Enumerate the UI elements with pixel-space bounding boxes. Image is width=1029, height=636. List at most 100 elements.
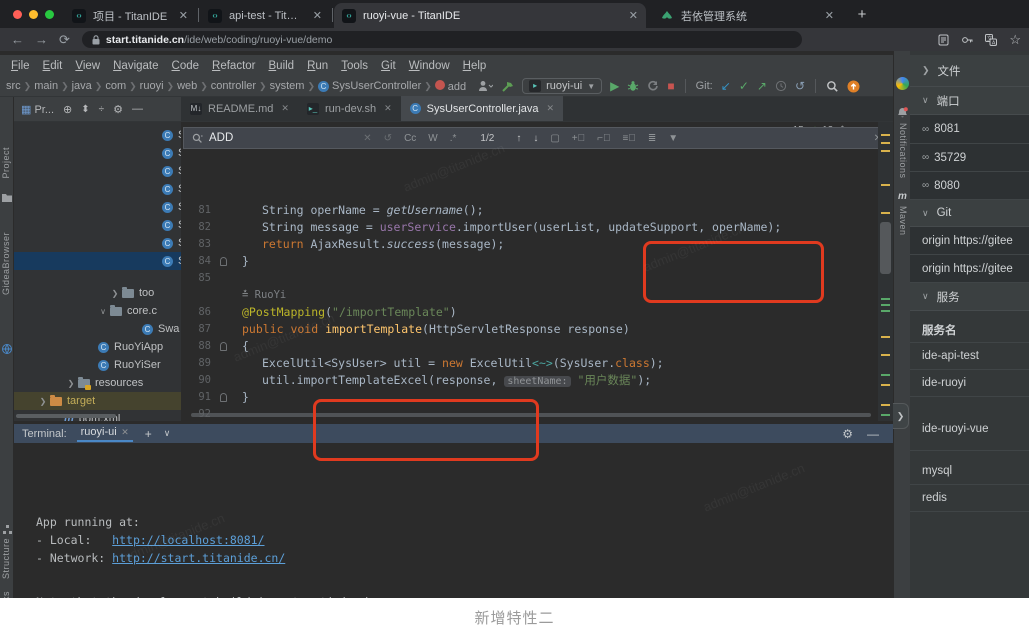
search-history-icon[interactable]: ↺ bbox=[384, 133, 392, 144]
breadcrumb-item[interactable]: java bbox=[72, 80, 92, 92]
hide-terminal-icon[interactable]: — bbox=[867, 427, 879, 441]
window-zoom-button[interactable] bbox=[45, 10, 54, 19]
breadcrumb-item[interactable]: src bbox=[6, 80, 21, 92]
breadcrumb-item[interactable]: web bbox=[177, 80, 197, 92]
tool-stripe-project[interactable]: Project bbox=[1, 147, 11, 179]
url-bar[interactable]: start.titanide.cn/ide/web/coding/ruoyi-v… bbox=[82, 31, 802, 48]
port-row[interactable]: ∞35729 bbox=[910, 144, 1029, 172]
search-icon[interactable] bbox=[192, 133, 203, 144]
git-update-icon[interactable]: ↙ bbox=[721, 80, 731, 92]
search-everywhere-icon[interactable] bbox=[826, 80, 839, 93]
new-tab-button[interactable]: + bbox=[852, 5, 872, 25]
user-profile-icon[interactable] bbox=[478, 80, 493, 92]
git-push-icon[interactable]: ↗ bbox=[757, 80, 767, 92]
filter-exclude-icon[interactable]: ⌐⃦ bbox=[597, 133, 610, 144]
section-git[interactable]: ∨Git bbox=[910, 200, 1029, 227]
reading-mode-icon[interactable] bbox=[938, 34, 949, 46]
bookmark-star-icon[interactable]: ☆ bbox=[1009, 32, 1021, 48]
breadcrumb-item[interactable]: system bbox=[270, 80, 305, 92]
back-icon[interactable]: ← bbox=[11, 32, 24, 47]
section-services[interactable]: ∨服务 bbox=[910, 283, 1029, 311]
update-available-icon[interactable] bbox=[847, 80, 860, 93]
tree-row-class-stub[interactable]: CS bbox=[14, 126, 181, 144]
close-tab-icon[interactable]: ✕ bbox=[825, 9, 834, 22]
regex-toggle[interactable]: .* bbox=[450, 133, 457, 144]
menu-window[interactable]: Window bbox=[403, 58, 456, 74]
service-row[interactable]: redis bbox=[910, 485, 1029, 512]
browser-tab-1[interactable]: ‹›项目 - TitanIDE✕ bbox=[64, 3, 196, 28]
service-row[interactable]: ide-ruoyi-vue bbox=[910, 407, 1029, 451]
search-input[interactable]: ADD bbox=[209, 132, 233, 144]
prev-match-icon[interactable]: ↑ bbox=[516, 133, 521, 144]
project-panel-title[interactable]: ▦ Pr... bbox=[21, 103, 54, 116]
tree-item-core.c[interactable]: ∨core.c bbox=[14, 302, 181, 320]
forward-icon[interactable]: → bbox=[35, 32, 48, 47]
new-terminal-icon[interactable]: + bbox=[145, 427, 152, 441]
service-row[interactable]: ide-ruoyi bbox=[910, 370, 1029, 397]
browser-tab-2[interactable]: ‹›api-test - TitanIDE✕ bbox=[200, 3, 330, 28]
select-all-matches-icon[interactable]: ▢ bbox=[550, 133, 559, 144]
git-remote-row[interactable]: origin https://gitee bbox=[910, 227, 1029, 255]
breadcrumb-item[interactable]: main bbox=[34, 80, 58, 92]
menu-edit[interactable]: Edit bbox=[37, 58, 69, 74]
rollback-icon[interactable]: ↺ bbox=[795, 80, 805, 92]
tree-row-class-stub[interactable]: CS bbox=[14, 180, 181, 198]
panel-settings-icon[interactable]: ⚙ bbox=[113, 103, 123, 116]
port-row[interactable]: ∞8081 bbox=[910, 115, 1029, 144]
tree-row-class-stub[interactable]: CS bbox=[14, 234, 181, 252]
panel-expander-button[interactable]: ❯ bbox=[893, 403, 909, 429]
tree-hscrollbar[interactable] bbox=[16, 414, 116, 418]
tool-stripe-notifications[interactable]: Notifications bbox=[898, 123, 908, 179]
tree-row-selected[interactable]: CS bbox=[14, 252, 181, 270]
breadcrumb-class[interactable]: CSysUserController bbox=[318, 80, 421, 92]
menu-help[interactable]: Help bbox=[457, 58, 493, 74]
fold-pin-icon[interactable] bbox=[220, 342, 227, 351]
breadcrumb-item[interactable]: controller bbox=[211, 80, 256, 92]
fold-pin-icon[interactable] bbox=[220, 393, 227, 402]
menu-git[interactable]: Git bbox=[375, 58, 402, 74]
menu-build[interactable]: Build bbox=[263, 58, 301, 74]
section-files[interactable]: ❯文件 bbox=[910, 55, 1029, 87]
browser-tab-3[interactable]: ‹›ruoyi-vue - TitanIDE✕ bbox=[334, 3, 646, 28]
breadcrumb-method[interactable]: add bbox=[435, 80, 466, 93]
menu-file[interactable]: File bbox=[5, 58, 36, 74]
tool-stripe-structure[interactable]: Structure bbox=[1, 538, 11, 579]
tool-stripe-gideabrowser[interactable]: GideaBrowser bbox=[1, 232, 11, 295]
menu-tools[interactable]: Tools bbox=[335, 58, 374, 74]
menu-run[interactable]: Run bbox=[301, 58, 334, 74]
filter-funnel-icon[interactable]: ▼ bbox=[668, 133, 678, 144]
close-editor-tab-icon[interactable]: ✕ bbox=[384, 103, 392, 114]
tree-item-too[interactable]: ❯too bbox=[14, 284, 181, 302]
tree-item-target[interactable]: ❯target bbox=[14, 392, 181, 410]
terminal-tab-ruoyi-ui[interactable]: ruoyi-ui ✕ bbox=[77, 425, 133, 442]
tree-row-class-stub[interactable]: CS bbox=[14, 198, 181, 216]
window-close-button[interactable] bbox=[13, 10, 22, 19]
editor-tab-run-dev.sh[interactable]: ▸_run-dev.sh✕ bbox=[298, 96, 401, 121]
reload-icon[interactable]: ⟳ bbox=[59, 32, 70, 48]
breadcrumb-item[interactable]: com bbox=[105, 80, 126, 92]
next-match-icon[interactable]: ↓ bbox=[533, 133, 538, 144]
run-button[interactable]: ▶ bbox=[610, 80, 619, 92]
clear-search-icon[interactable]: ✕ bbox=[363, 133, 371, 144]
service-row[interactable]: mysql bbox=[910, 457, 1029, 485]
menu-refactor[interactable]: Refactor bbox=[206, 58, 261, 74]
tree-item-resources[interactable]: ❯resources bbox=[14, 374, 181, 392]
menu-view[interactable]: View bbox=[69, 58, 106, 74]
close-tab-icon[interactable]: ✕ bbox=[179, 9, 188, 22]
terminal-dropdown-icon[interactable]: ∨ bbox=[164, 428, 171, 439]
editor-vscrollbar[interactable] bbox=[880, 222, 891, 274]
browser-tab-4[interactable]: 若依管理系统✕ bbox=[652, 3, 842, 28]
terminal-output[interactable]: App running at:- Local: http://localhost… bbox=[14, 443, 893, 598]
notifications-bell-icon[interactable] bbox=[897, 107, 908, 119]
tree-item-Swa[interactable]: CSwa bbox=[14, 320, 181, 338]
password-key-icon[interactable] bbox=[961, 34, 973, 46]
close-tab-icon[interactable]: ✕ bbox=[629, 9, 638, 22]
filter-lines-icon[interactable]: ≡⃦ bbox=[622, 133, 635, 144]
translate-icon[interactable]: 文A bbox=[985, 34, 997, 46]
hide-panel-icon[interactable]: — bbox=[132, 103, 143, 115]
tree-row-class-stub[interactable]: CS bbox=[14, 144, 181, 162]
terminal-settings-icon[interactable]: ⚙ bbox=[842, 427, 853, 441]
build-hammer-icon[interactable] bbox=[501, 80, 514, 93]
git-commit-icon[interactable]: ✓ bbox=[739, 80, 749, 92]
tree-item-RuoYiApp[interactable]: CRuoYiApp bbox=[14, 338, 181, 356]
